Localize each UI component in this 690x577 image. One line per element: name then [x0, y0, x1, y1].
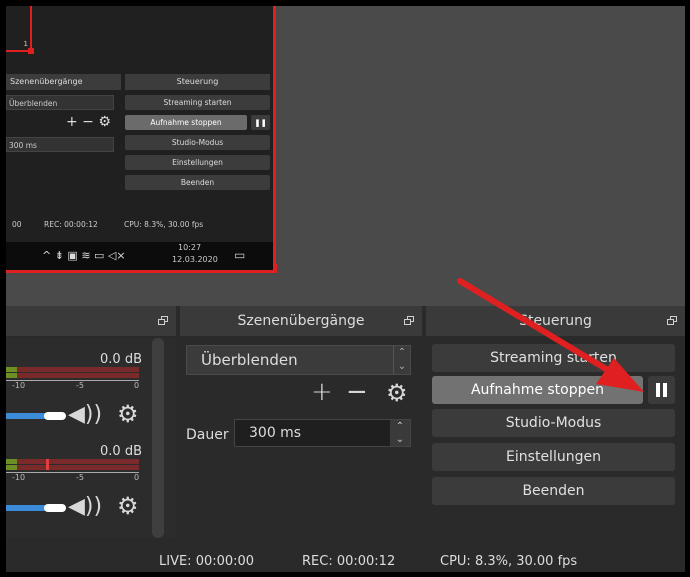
transitions-header-label: Szenenübergänge [238, 313, 365, 329]
transition-dropdown-value: Überblenden [201, 351, 298, 369]
remove-transition-button[interactable]: − [346, 377, 368, 407]
mini-duration-field: 300 ms [6, 137, 114, 152]
obs-window: 1 Szenenübergänge Steuerung Überblenden … [6, 6, 685, 572]
mini-taskbar: ^ ⇟ ▣ ≋ ▭ ◁× 10:27 12.03.2020 ▭ [6, 242, 273, 270]
tray-icons: ^ ⇟ ▣ ≋ ▭ ◁× [42, 249, 126, 262]
mixer-header [6, 306, 176, 336]
tick-label: -5 [76, 381, 84, 390]
transition-properties-gear-icon[interactable]: ⚙ [386, 379, 408, 407]
volume-slider-thumb[interactable] [44, 412, 66, 420]
duration-spinbox[interactable]: 300 ms ⌃⌄ [234, 419, 411, 447]
mini-studio-mode: Studio-Modus [125, 135, 270, 150]
channel-db-level: 0.0 dB [100, 352, 142, 367]
mini-start-streaming-label: Streaming starten [164, 98, 232, 107]
start-streaming-button[interactable]: Streaming starten [432, 344, 675, 372]
mini-studio-mode-label: Studio-Modus [172, 138, 223, 147]
mini-preview-box-text: 1 [24, 40, 28, 48]
speaker-icon[interactable]: ◀)) [68, 494, 102, 519]
pause-icon-bar [656, 383, 660, 397]
start-streaming-label: Streaming starten [490, 350, 617, 366]
studio-mode-label: Studio-Modus [506, 415, 602, 431]
duration-spinbox-value: 300 ms [249, 425, 301, 441]
gear-icon[interactable]: ⚙ [117, 400, 139, 428]
duration-label: Dauer [186, 427, 229, 443]
status-live: LIVE: 00:00:00 [159, 554, 254, 569]
mini-box-handle [28, 48, 34, 54]
gear-icon[interactable]: ⚙ [117, 492, 139, 520]
mini-clock-time: 10:27 [178, 243, 201, 252]
tick-label: -10 [12, 381, 25, 390]
mini-transitions-header: Szenenübergänge [6, 74, 121, 90]
stop-recording-label: Aufnahme stoppen [471, 382, 604, 398]
settings-button[interactable]: Einstellungen [432, 443, 675, 471]
mini-transition-dropdown: Überblenden [6, 95, 114, 110]
mini-stop-recording-label: Aufnahme stoppen [150, 118, 221, 127]
transition-dropdown[interactable]: Überblenden ⌃⌄ [186, 345, 411, 375]
tick-label: 0 [134, 473, 139, 482]
status-rec: REC: 00:00:12 [302, 554, 395, 569]
mini-transitions-header-label: Szenenübergänge [10, 77, 83, 86]
volume-meter [6, 459, 139, 471]
screenshot-frame: 1 Szenenübergänge Steuerung Überblenden … [0, 0, 690, 577]
volume-slider-thumb[interactable] [44, 504, 66, 512]
mixer-scrollbar[interactable] [152, 338, 164, 538]
stop-recording-button[interactable]: Aufnahme stoppen [432, 376, 643, 404]
meter-ticks [6, 472, 139, 479]
mini-settings: Einstellungen [125, 155, 270, 170]
channel-db-level: 0.0 dB [100, 444, 142, 459]
notification-icon: ▭ [234, 248, 245, 262]
tick-label: -5 [76, 473, 84, 482]
exit-button[interactable]: Beenden [432, 477, 675, 505]
float-icon[interactable] [404, 316, 414, 325]
mini-start-streaming: Streaming starten [125, 95, 270, 110]
mini-pause: ❚❚ [251, 115, 270, 130]
mini-clock-date: 12.03.2020 [172, 255, 218, 264]
mini-duration-value: 300 ms [9, 141, 37, 150]
spin-arrows-icon[interactable]: ⌃⌄ [390, 420, 410, 446]
mini-status-rec: REC: 00:00:12 [44, 220, 98, 229]
mini-stop-recording: Aufnahme stoppen [125, 115, 247, 130]
add-transition-button[interactable]: + [311, 377, 333, 407]
meter-ticks [6, 380, 139, 387]
pause-icon-bar [663, 383, 667, 397]
audio-mixer: 0.0 dB -10 -5 0 ◀)) ⚙ 0.0 dB -10 -5 0 ◀)… [6, 338, 176, 538]
exit-label: Beenden [522, 483, 584, 499]
settings-label: Einstellungen [506, 449, 601, 465]
dropdown-arrows-icon[interactable]: ⌃⌄ [393, 346, 410, 374]
controls-header-label: Steuerung [519, 313, 592, 329]
controls-header: Steuerung [426, 306, 685, 336]
status-cpu: CPU: 8.3%, 30.00 fps [440, 554, 577, 569]
mini-exit: Beenden [125, 175, 270, 190]
mini-transition-value: Überblenden [9, 99, 57, 108]
pause-recording-button[interactable] [648, 376, 675, 404]
studio-mode-button[interactable]: Studio-Modus [432, 409, 675, 437]
tick-label: 0 [134, 381, 139, 390]
mini-controls-header: Steuerung [125, 74, 270, 90]
speaker-icon[interactable]: ◀)) [68, 402, 102, 427]
mini-status-cpu: CPU: 8.3%, 30.00 fps [124, 220, 203, 229]
mini-settings-label: Einstellungen [172, 158, 223, 167]
mini-exit-label: Beenden [181, 178, 214, 187]
transitions-header: Szenenübergänge [180, 306, 422, 336]
float-icon[interactable] [158, 316, 168, 325]
volume-meter [6, 367, 139, 379]
float-icon[interactable] [667, 316, 677, 325]
tick-label: -10 [12, 473, 25, 482]
mini-preview-box: 1 [6, 6, 32, 52]
mini-add-remove-gear: + − ⚙ [66, 114, 111, 130]
mini-controls-header-label: Steuerung [177, 77, 219, 86]
mini-status-live: 00 [12, 220, 22, 229]
